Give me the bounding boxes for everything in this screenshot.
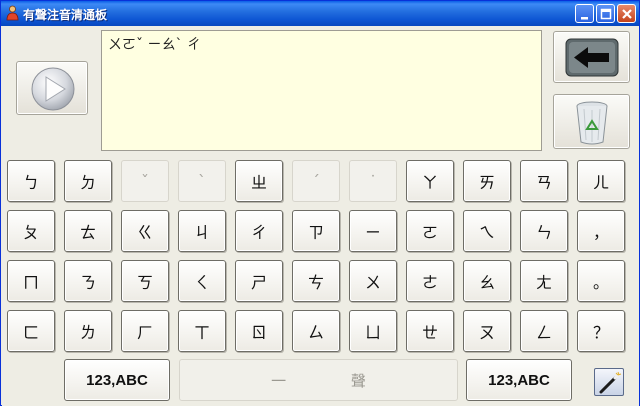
key-i[interactable]: ㄧ [349,210,397,252]
key-er[interactable]: ㄦ [577,160,625,202]
key-l[interactable]: ㄌ [64,310,112,352]
mode-switch-left-button[interactable]: 123,ABC [64,359,170,401]
key-question[interactable]: ？ [577,310,625,352]
key-comma[interactable]: ， [577,210,625,252]
key-tone-neutral[interactable]: ˙ [349,160,397,202]
maximize-icon [600,8,612,20]
key-f[interactable]: ㄈ [7,310,55,352]
space-label: 一 聲 [271,371,396,390]
key-r[interactable]: ㄖ [235,310,283,352]
key-ei[interactable]: ㄟ [463,210,511,252]
text-output[interactable]: ㄨㄛˇ ㄧㄠˋ ㄔ [101,30,542,151]
key-zh[interactable]: ㄓ [235,160,283,202]
key-yu[interactable]: ㄩ [349,310,397,352]
key-sh[interactable]: ㄕ [235,260,283,302]
key-j[interactable]: ㄐ [178,210,226,252]
key-k[interactable]: ㄎ [121,260,169,302]
key-x[interactable]: ㄒ [178,310,226,352]
key-b[interactable]: ㄅ [7,160,55,202]
key-u[interactable]: ㄨ [349,260,397,302]
key-q[interactable]: ㄑ [178,260,226,302]
key-period[interactable]: 。 [577,260,625,302]
window-title: 有聲注音清通板 [23,8,108,22]
key-ai[interactable]: ㄞ [463,160,511,202]
key-ou[interactable]: ㄡ [463,310,511,352]
key-tone-4[interactable]: ˋ [178,160,226,202]
space-tone1-button[interactable]: 一 聲 [179,359,458,401]
close-icon [622,9,632,19]
key-s[interactable]: ㄙ [292,310,340,352]
key-a[interactable]: ㄚ [406,160,454,202]
key-eng[interactable]: ㄥ [520,310,568,352]
recycle-bin-icon [576,101,608,145]
speaker-person-icon [5,5,20,21]
title-bar[interactable]: 有聲注音清通板 [1,1,639,26]
minimize-button[interactable] [575,4,594,23]
minimize-icon [581,17,588,20]
key-ao[interactable]: ㄠ [463,260,511,302]
play-icon [31,67,75,111]
keyboard-panel: ㄨㄛˇ ㄧㄠˋ ㄔ ㄅ ㄉ ˇ ˋ ㄓ ˊ ˙ ㄚ ㄞ ㄢ ㄦ ㄆ ㄊ ㄍ ㄐ … [2,26,639,406]
wand-icon [599,371,622,394]
key-h[interactable]: ㄏ [121,310,169,352]
key-p[interactable]: ㄆ [7,210,55,252]
key-an[interactable]: ㄢ [520,160,568,202]
settings-button[interactable] [594,368,624,396]
close-button[interactable] [617,4,636,23]
maximize-button[interactable] [596,4,615,23]
key-o[interactable]: ㄛ [406,210,454,252]
key-c[interactable]: ㄘ [292,260,340,302]
clear-button[interactable] [553,94,630,149]
key-en[interactable]: ㄣ [520,210,568,252]
app-window: 有聲注音清通板 ㄨㄛ ˇ ㄧㄠ ˋ ㄔ ㄅ ㄉ ˇ ˋ ㄓ ˊ ˙ ㄚ ㄞ ㄢ ㄦ … [0,0,640,406]
key-n[interactable]: ㄋ [64,260,112,302]
key-tone-3[interactable]: ˇ [121,160,169,202]
key-eh[interactable]: ㄝ [406,310,454,352]
key-g[interactable]: ㄍ [121,210,169,252]
backspace-button[interactable] [553,31,630,83]
key-z[interactable]: ㄗ [292,210,340,252]
play-button[interactable] [16,61,88,115]
key-tone-2[interactable]: ˊ [292,160,340,202]
key-e[interactable]: ㄜ [406,260,454,302]
key-ang[interactable]: ㄤ [520,260,568,302]
backspace-arrow-icon [565,38,619,77]
key-ch[interactable]: ㄔ [235,210,283,252]
mode-switch-right-button[interactable]: 123,ABC [466,359,572,401]
key-d[interactable]: ㄉ [64,160,112,202]
key-t[interactable]: ㄊ [64,210,112,252]
key-m[interactable]: ㄇ [7,260,55,302]
